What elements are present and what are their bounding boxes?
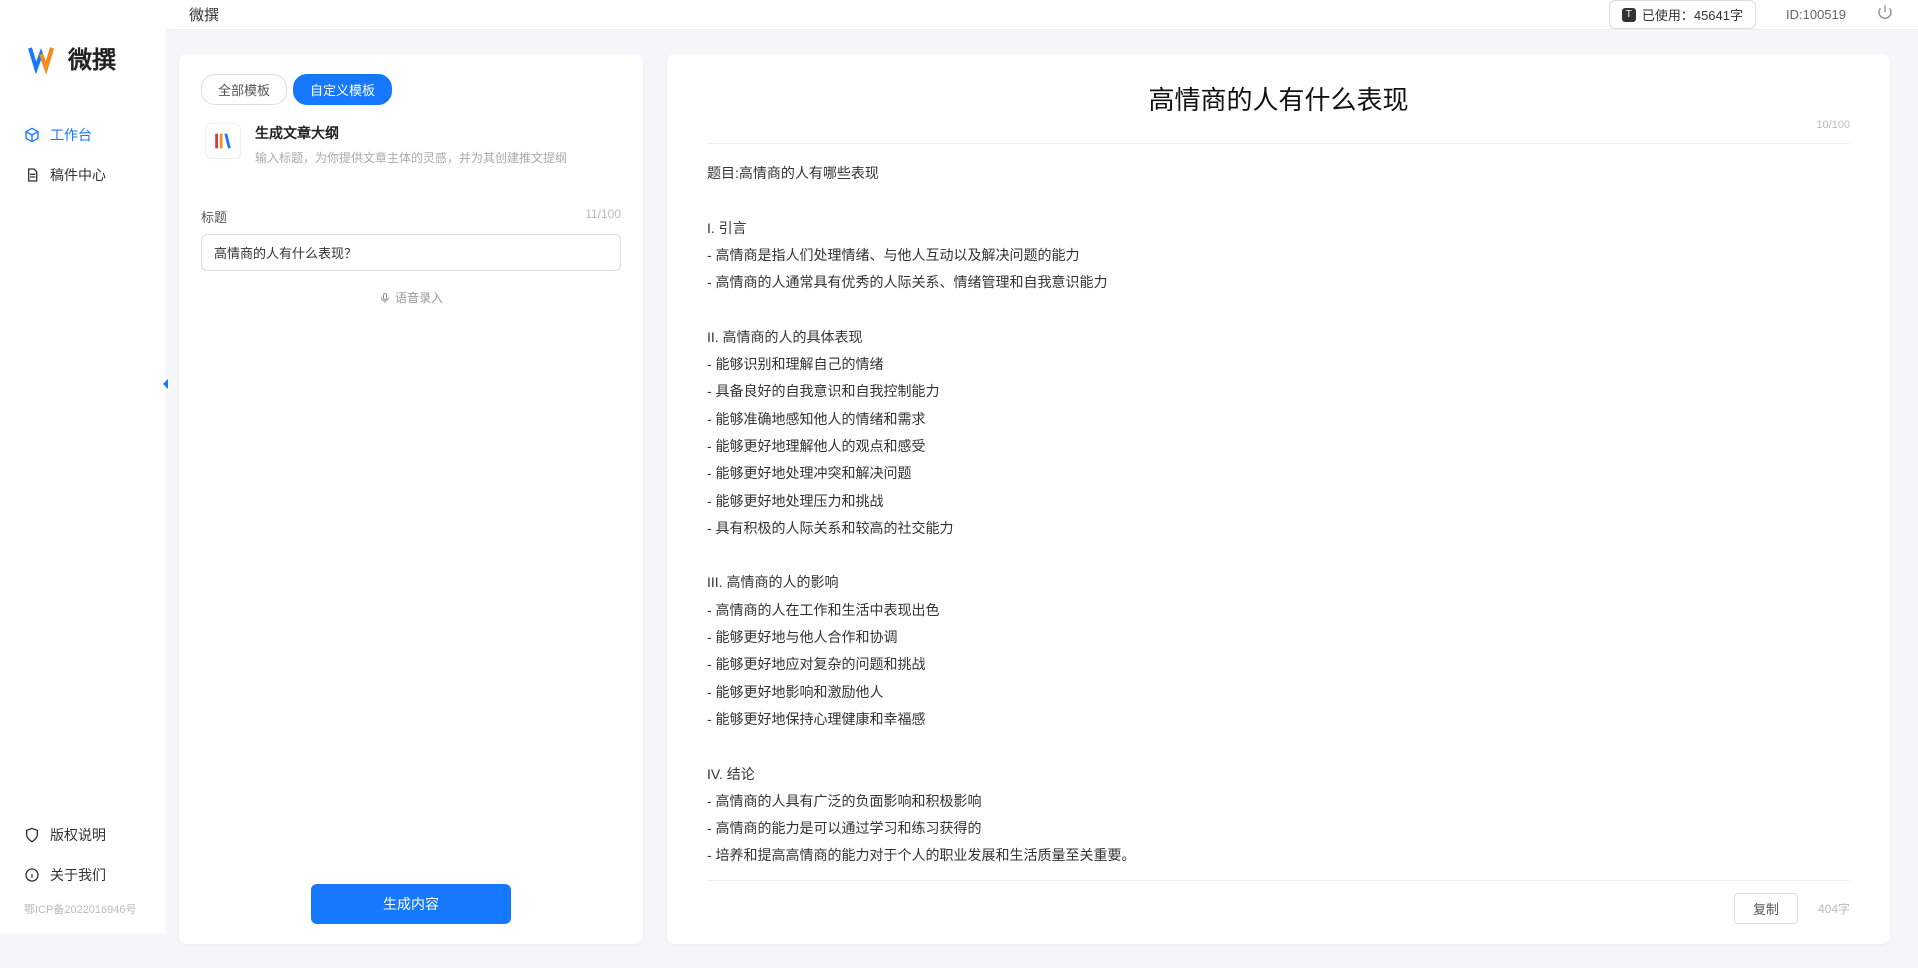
logo[interactable]: 微撰	[0, 0, 165, 105]
usage-label: 已使用：45641字	[1642, 5, 1743, 24]
voice-input-button[interactable]: 语音录入	[201, 289, 621, 306]
page-title: 微撰	[189, 4, 219, 25]
logo-text: 微撰	[68, 40, 116, 75]
sidebar-item-workspace[interactable]: 工作台	[0, 115, 165, 155]
sidebar: 微撰 工作台 稿件中心 版权说明 关于我们 鄂ICP备2022016946号	[0, 0, 165, 933]
template-card: 生成文章大纲 输入标题，为你提供文章主体的灵感，并为其创建推文提纲	[201, 105, 621, 177]
tab-custom-templates[interactable]: 自定义模板	[293, 74, 392, 105]
sidebar-item-drafts[interactable]: 稿件中心	[0, 155, 165, 195]
copy-button[interactable]: 复制	[1734, 893, 1798, 924]
sidebar-item-label: 工作台	[50, 125, 92, 145]
divider	[707, 143, 1850, 144]
template-tabs: 全部模板 自定义模板	[201, 74, 621, 105]
sidebar-bottom: 版权说明 关于我们 鄂ICP备2022016946号	[0, 815, 165, 933]
template-description: 输入标题，为你提供文章主体的灵感，并为其创建推文提纲	[255, 149, 567, 167]
cube-icon	[24, 127, 40, 143]
template-icon	[205, 123, 241, 159]
logo-icon	[28, 42, 60, 74]
icp-label: 鄂ICP备2022016946号	[0, 895, 165, 923]
template-panel: 全部模板 自定义模板 生成文章大纲 输入标题，为你提供文章主体的灵感，并为其创建…	[179, 54, 643, 944]
sidebar-item-copyright[interactable]: 版权说明	[0, 815, 165, 855]
generate-label: 生成内容	[383, 896, 439, 912]
tab-label: 全部模板	[218, 83, 270, 98]
sidebar-item-label: 关于我们	[50, 865, 106, 885]
template-title: 生成文章大纲	[255, 123, 567, 143]
field-label: 标题	[201, 207, 227, 226]
copy-label: 复制	[1753, 902, 1779, 917]
tab-label: 自定义模板	[310, 83, 375, 98]
sidebar-nav: 工作台 稿件中心	[0, 105, 165, 205]
mic-icon	[379, 292, 391, 304]
tab-all-templates[interactable]: 全部模板	[201, 74, 287, 105]
user-id: ID:100519	[1786, 7, 1846, 22]
info-icon	[24, 867, 40, 883]
title-input[interactable]	[201, 234, 621, 271]
word-count: 404字	[1818, 900, 1850, 917]
usage-counter[interactable]: T 已使用：45641字	[1609, 0, 1756, 29]
voice-label: 语音录入	[395, 289, 443, 306]
output-title-counter: 10/100	[1816, 119, 1850, 131]
text-badge-icon: T	[1622, 8, 1636, 22]
power-icon[interactable]	[1876, 3, 1894, 26]
char-counter: 11/100	[585, 207, 621, 226]
doc-icon	[24, 167, 40, 183]
sidebar-collapse-handle[interactable]	[157, 374, 173, 394]
sidebar-item-about[interactable]: 关于我们	[0, 855, 165, 895]
output-body[interactable]: 题目:高情商的人有哪些表现 I. 引言 - 高情商是指人们处理情绪、与他人互动以…	[707, 160, 1850, 870]
output-title: 高情商的人有什么表现	[707, 80, 1850, 117]
output-panel: 高情商的人有什么表现 10/100 题目:高情商的人有哪些表现 I. 引言 - …	[667, 54, 1890, 944]
generate-button[interactable]: 生成内容	[311, 884, 511, 924]
topbar: 微撰 T 已使用：45641字 ID:100519	[165, 0, 1918, 30]
shield-icon	[24, 827, 40, 843]
sidebar-item-label: 版权说明	[50, 825, 106, 845]
sidebar-item-label: 稿件中心	[50, 165, 106, 185]
